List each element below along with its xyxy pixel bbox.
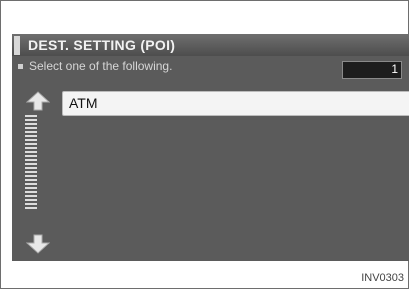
poi-list-item[interactable]: ATM xyxy=(62,91,409,116)
nav-screen: DEST. SETTING (POI) Select one of the fo… xyxy=(12,34,409,261)
arrow-up-icon xyxy=(25,91,51,111)
title-tab-marker xyxy=(14,36,20,55)
item-count-box: 1 xyxy=(342,61,402,79)
scrollbar-track[interactable] xyxy=(25,114,37,232)
title-bar: DEST. SETTING (POI) xyxy=(12,34,409,56)
figure-frame: DEST. SETTING (POI) Select one of the fo… xyxy=(0,0,409,289)
prompt-text: Select one of the following. xyxy=(29,59,173,73)
bullet-icon xyxy=(18,64,23,70)
scroll-up-button[interactable] xyxy=(25,91,51,111)
scroll-down-button[interactable] xyxy=(25,234,51,254)
list-item-label: ATM xyxy=(69,95,98,111)
arrow-down-icon xyxy=(25,234,51,254)
item-count: 1 xyxy=(391,62,398,76)
page-title: DEST. SETTING (POI) xyxy=(28,37,176,53)
figure-caption: INV0303 xyxy=(361,272,404,284)
instruction-prompt: Select one of the following. xyxy=(18,59,172,73)
